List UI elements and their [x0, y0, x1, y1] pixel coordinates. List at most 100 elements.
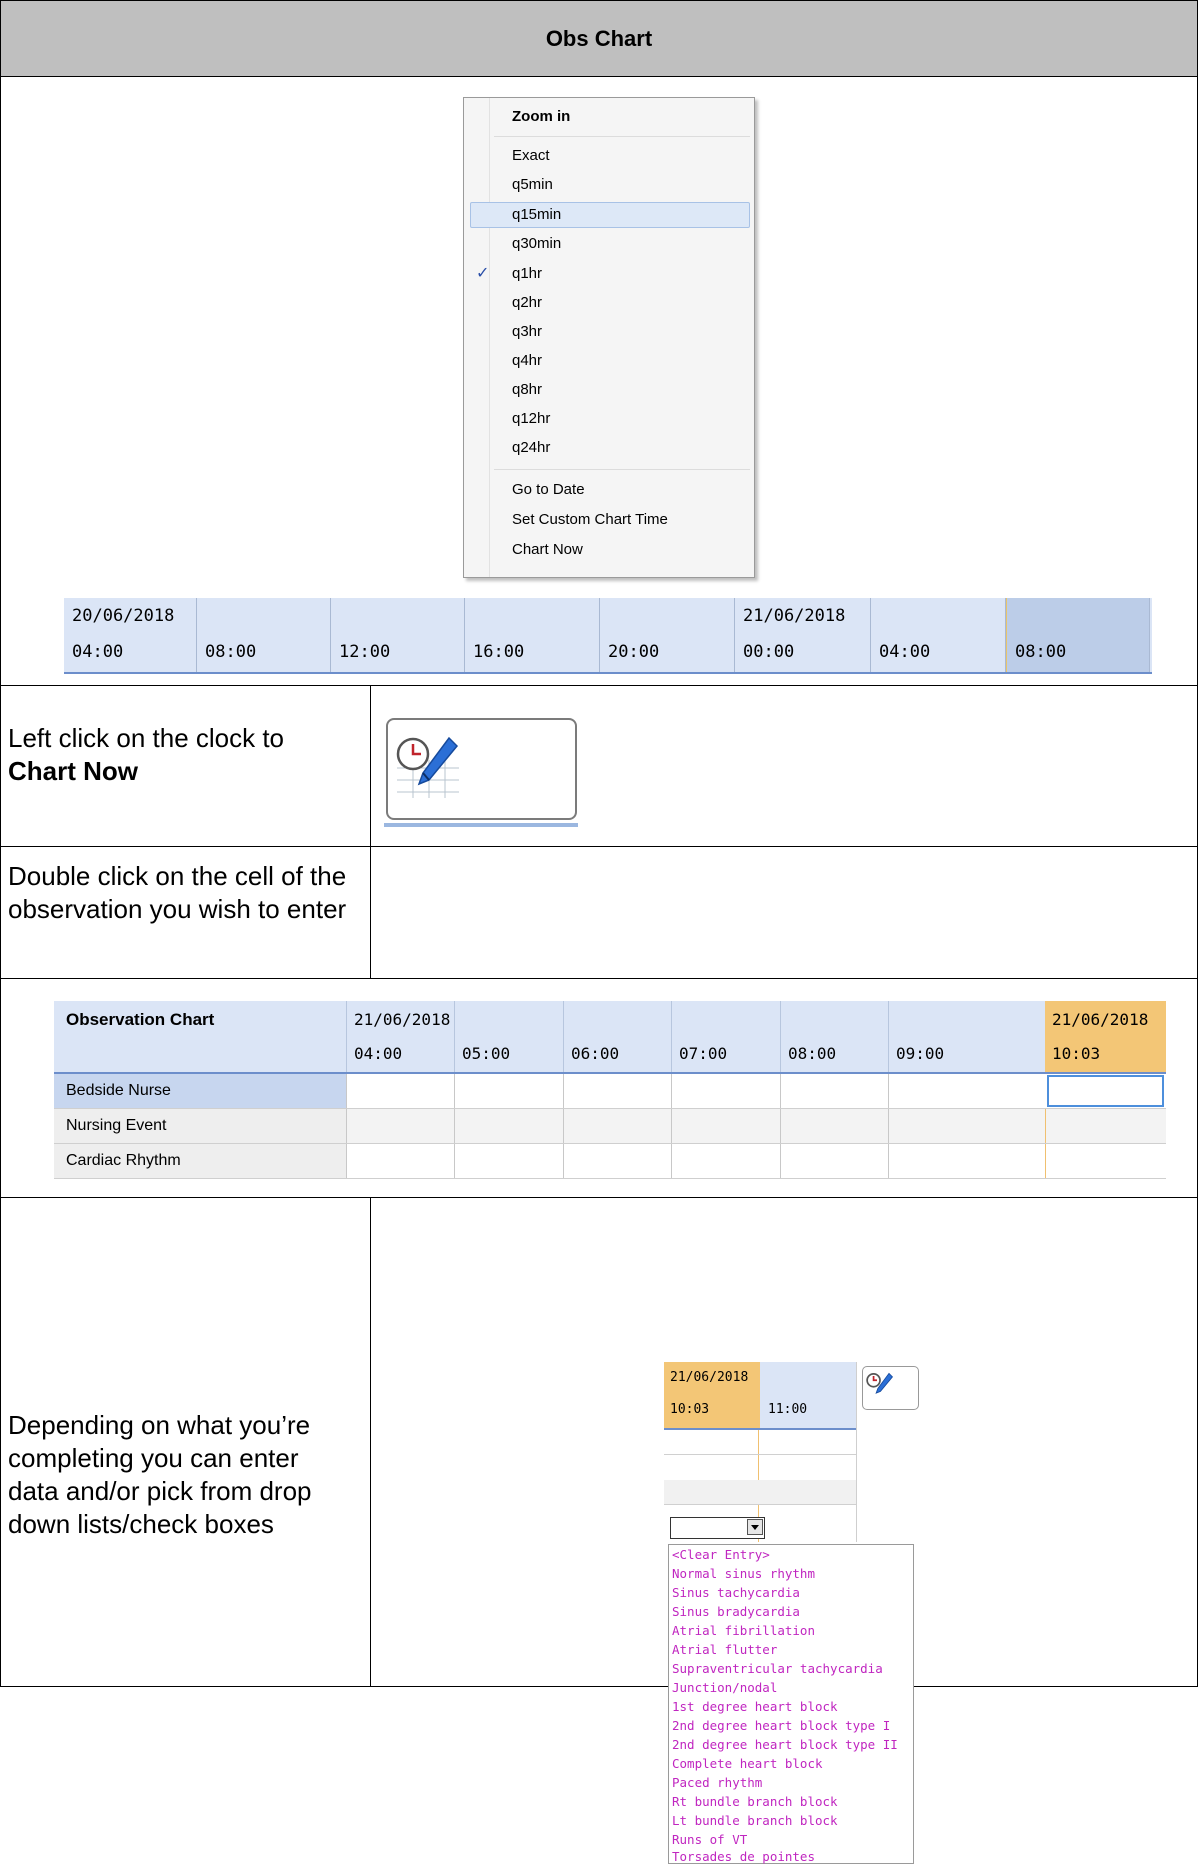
chart-date: 21/06/2018 [354, 1010, 451, 1029]
chart-cell[interactable] [563, 1074, 671, 1108]
timeline-column[interactable]: 08:00 [197, 598, 331, 672]
menu-item-set-custom-chart-time[interactable]: Set Custom Chart Time [512, 506, 668, 534]
timeline-column[interactable]: 21/06/2018 00:00 [735, 598, 871, 672]
dropdown-option[interactable]: <Clear Entry> [672, 1545, 770, 1565]
timeline-time: 08:00 [205, 642, 257, 662]
menu-item-chart-now[interactable]: Chart Now [512, 536, 583, 564]
chevron-down-icon [751, 1525, 759, 1530]
timeline-header: 20/06/2018 04:00 08:00 12:00 16:00 20:00… [64, 598, 1152, 674]
menu-item-exact[interactable]: Exact [512, 142, 550, 170]
timeline-time: 00:00 [743, 642, 795, 662]
menu-item-q2hr[interactable]: q2hr [512, 289, 542, 317]
menu-item-q30min[interactable]: q30min [512, 230, 561, 258]
check-icon: ✓ [476, 265, 490, 282]
timeline-column[interactable]: 04:00 [871, 598, 1006, 672]
timeline-column-current[interactable]: 08:00 [1006, 598, 1150, 672]
divider [856, 1362, 857, 1542]
zoom-context-menu: Zoom in Exact q5min q15min q30min ✓ q1hr… [463, 97, 755, 578]
chart-now-button[interactable] [862, 1366, 919, 1410]
timeline-column[interactable]: 12:00 [331, 598, 465, 672]
dropdown-option[interactable]: 2nd degree heart block type I [672, 1716, 890, 1736]
divider [0, 978, 1198, 979]
chart-cell[interactable] [780, 1144, 888, 1178]
timeline-column[interactable]: 20/06/2018 04:00 [64, 598, 197, 672]
dropdown-option[interactable]: Normal sinus rhythm [672, 1564, 815, 1584]
dropdown-option[interactable]: 2nd degree heart block type II [672, 1735, 898, 1755]
table-row: Cardiac Rhythm [54, 1144, 1166, 1179]
timeline-time: 12:00 [339, 642, 391, 662]
dropdown-option[interactable]: 1st degree heart block [672, 1697, 838, 1717]
instruction-bold: Chart Now [8, 756, 138, 786]
divider [780, 1001, 781, 1073]
chart-cell[interactable] [454, 1144, 563, 1178]
menu-item-q5min[interactable]: q5min [512, 171, 553, 199]
chart-title: Observation Chart [66, 1010, 215, 1029]
dropdown-option[interactable]: Atrial fibrillation [672, 1621, 815, 1641]
dropdown-option[interactable]: Rt bundle branch block [672, 1792, 838, 1812]
chart-cell[interactable] [346, 1109, 454, 1143]
chart-now-button[interactable] [386, 718, 577, 820]
timeline-column[interactable]: 16:00 [465, 598, 600, 672]
dropdown-option[interactable]: Junction/nodal [672, 1678, 777, 1698]
divider [671, 1001, 672, 1073]
chart-cell[interactable] [671, 1144, 780, 1178]
menu-item-q15min[interactable]: q15min [512, 201, 561, 229]
chart-cell[interactable] [1045, 1109, 1166, 1143]
dropdown-option[interactable]: Torsades de pointes [672, 1847, 815, 1867]
menu-item-q8hr[interactable]: q8hr [512, 376, 542, 404]
divider [664, 1428, 856, 1430]
dropdown-arrow-icon[interactable] [747, 1519, 763, 1535]
chart-cell[interactable] [454, 1109, 563, 1143]
dropdown-option[interactable]: Sinus bradycardia [672, 1602, 800, 1622]
table-title: Obs Chart [1, 1, 1197, 76]
menu-item-q12hr[interactable]: q12hr [512, 405, 550, 433]
chart-cell[interactable] [671, 1109, 780, 1143]
dropdown-option[interactable]: Sinus tachycardia [672, 1583, 800, 1603]
header-next [760, 1362, 856, 1430]
dropdown-option[interactable]: Supraventricular tachycardia [672, 1659, 883, 1679]
timeline-date: 20/06/2018 [72, 606, 175, 626]
chart-cell[interactable] [888, 1144, 997, 1178]
menu-separator [494, 469, 750, 470]
chart-time-1: 05:00 [462, 1044, 511, 1063]
divider [0, 1197, 1198, 1198]
chart-cell[interactable] [563, 1109, 671, 1143]
page-title: Obs Chart [545, 25, 653, 51]
row-label[interactable]: Cardiac Rhythm [54, 1144, 346, 1178]
chart-cell[interactable] [888, 1074, 997, 1108]
chart-cell[interactable] [454, 1074, 563, 1108]
chart-cell[interactable] [346, 1144, 454, 1178]
chart-time-4: 08:00 [788, 1044, 837, 1063]
timeline-date: 21/06/2018 [743, 606, 846, 626]
menu-item-q4hr[interactable]: q4hr [512, 347, 542, 375]
instruction-depending: Depending on what you’re completing you … [8, 1410, 312, 1539]
chart-cell[interactable] [563, 1144, 671, 1178]
dropdown-select[interactable] [670, 1517, 765, 1539]
menu-item-q3hr[interactable]: q3hr [512, 318, 542, 346]
row-label[interactable]: Bedside Nurse [54, 1074, 346, 1108]
row-label[interactable]: Nursing Event [54, 1109, 346, 1143]
divider [563, 1001, 564, 1073]
dropdown-option[interactable]: Lt bundle branch block [672, 1811, 838, 1831]
chart-cell[interactable] [671, 1074, 780, 1108]
chart-cell[interactable] [780, 1109, 888, 1143]
timeline-column[interactable]: 20:00 [600, 598, 735, 672]
menu-separator [494, 136, 750, 137]
chart-cell[interactable] [1045, 1144, 1166, 1178]
timeline-time: 16:00 [473, 642, 525, 662]
timeline-time: 08:00 [1015, 642, 1067, 662]
active-input-cell[interactable] [1047, 1075, 1164, 1107]
dropdown-option[interactable]: Complete heart block [672, 1754, 823, 1774]
chart-cell[interactable] [888, 1109, 997, 1143]
chart-cell[interactable] [346, 1074, 454, 1108]
table-row: Bedside Nurse [54, 1074, 1166, 1109]
menu-header-zoom-in[interactable]: Zoom in [512, 103, 570, 131]
divider [0, 76, 1198, 77]
dropdown-option[interactable]: Atrial flutter [672, 1640, 777, 1660]
menu-item-q24hr[interactable]: q24hr [512, 434, 550, 462]
timeline-time: 04:00 [72, 642, 124, 662]
chart-cell[interactable] [780, 1074, 888, 1108]
menu-item-go-to-date[interactable]: Go to Date [512, 476, 585, 504]
dropdown-option[interactable]: Paced rhythm [672, 1773, 762, 1793]
menu-item-q1hr[interactable]: q1hr [512, 260, 542, 288]
